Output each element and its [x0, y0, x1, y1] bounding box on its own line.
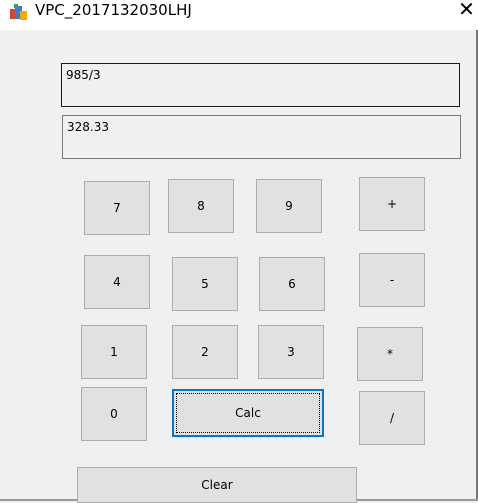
window-title: VPC_2017132030LHJ: [35, 1, 192, 19]
digit-1-button[interactable]: 1: [81, 325, 147, 379]
digit-9-button[interactable]: 9: [256, 179, 322, 233]
close-icon[interactable]: ✕: [455, 0, 478, 20]
digit-3-button[interactable]: 3: [258, 325, 324, 379]
digit-5-button[interactable]: 5: [172, 257, 238, 311]
result-field[interactable]: 328.33: [62, 115, 461, 159]
app-icon: [8, 1, 30, 23]
multiply-button[interactable]: *: [357, 327, 423, 381]
digit-0-button[interactable]: 0: [81, 387, 147, 441]
minus-button[interactable]: -: [359, 253, 425, 307]
digit-4-button[interactable]: 4: [84, 255, 150, 309]
divide-button[interactable]: /: [359, 391, 425, 445]
digit-6-button[interactable]: 6: [259, 257, 325, 311]
calc-button[interactable]: Calc: [172, 389, 324, 437]
clear-button[interactable]: Clear: [77, 467, 357, 503]
digit-7-button[interactable]: 7: [84, 181, 150, 235]
title-bar: VPC_2017132030LHJ ✕: [0, 0, 478, 30]
expression-field[interactable]: 985/3: [61, 63, 460, 107]
plus-button[interactable]: +: [359, 177, 425, 231]
digit-8-button[interactable]: 8: [168, 179, 234, 233]
digit-2-button[interactable]: 2: [172, 325, 238, 379]
